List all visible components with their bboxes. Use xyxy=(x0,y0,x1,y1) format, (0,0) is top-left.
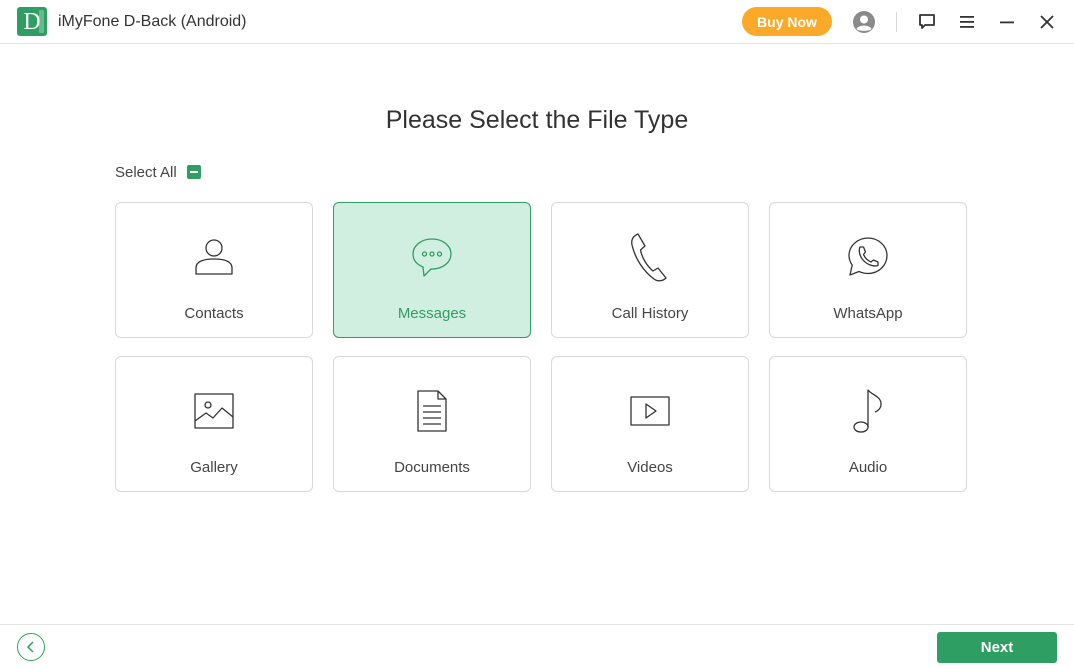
menu-icon[interactable] xyxy=(955,10,979,34)
file-type-card-call-history[interactable]: Call History xyxy=(551,202,749,338)
user-icon[interactable] xyxy=(852,10,876,34)
document-icon xyxy=(334,385,530,437)
next-button[interactable]: Next xyxy=(937,632,1057,663)
select-all-label: Select All xyxy=(115,163,177,181)
minimize-icon[interactable] xyxy=(995,10,1019,34)
file-type-label: Documents xyxy=(394,459,470,476)
title-bar: D iMyFone D-Back (Android) Buy Now xyxy=(0,0,1074,44)
file-type-label: Contacts xyxy=(184,305,244,322)
file-type-label: WhatsApp xyxy=(833,305,903,322)
file-type-card-messages[interactable]: Messages xyxy=(333,202,531,338)
contacts-icon xyxy=(116,231,312,283)
file-type-label: Audio xyxy=(848,459,888,476)
file-type-card-gallery[interactable]: Gallery xyxy=(115,356,313,492)
back-button[interactable] xyxy=(17,633,45,661)
video-icon xyxy=(552,385,748,437)
close-icon[interactable] xyxy=(1035,10,1059,34)
phone-icon xyxy=(552,231,748,283)
file-type-label: Call History xyxy=(611,305,689,322)
file-type-card-whatsapp[interactable]: WhatsApp xyxy=(769,202,967,338)
whatsapp-icon xyxy=(770,231,966,283)
select-all-checkbox[interactable] xyxy=(186,165,201,179)
select-all[interactable]: Select All xyxy=(115,163,201,181)
file-type-label: Gallery xyxy=(190,459,238,476)
file-type-card-documents[interactable]: Documents xyxy=(333,356,531,492)
file-type-card-audio[interactable]: Audio xyxy=(769,356,967,492)
buy-now-button[interactable]: Buy Now xyxy=(742,7,832,36)
file-type-card-contacts[interactable]: Contacts xyxy=(115,202,313,338)
gallery-icon xyxy=(116,385,312,437)
app-logo: D xyxy=(17,7,47,36)
music-note-icon xyxy=(770,385,966,437)
page-title: Please Select the File Type xyxy=(385,106,689,134)
file-type-label: Videos xyxy=(627,459,673,476)
footer-bar: Next xyxy=(0,624,1074,668)
feedback-icon[interactable] xyxy=(915,10,939,34)
file-type-label: Messages xyxy=(397,305,467,322)
messages-icon xyxy=(334,231,530,283)
file-type-card-videos[interactable]: Videos xyxy=(551,356,749,492)
file-type-grid: Contacts Messages Call History WhatsApp … xyxy=(115,202,967,492)
chevron-left-icon xyxy=(26,641,34,653)
title-bar-divider xyxy=(896,12,897,32)
app-title: iMyFone D-Back (Android) xyxy=(58,13,247,30)
app-logo-letter: D xyxy=(23,8,41,35)
